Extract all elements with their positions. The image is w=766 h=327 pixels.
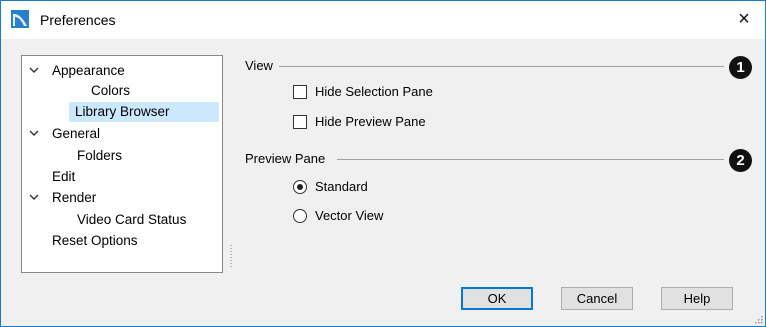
tree-item-library-browser[interactable]: Library Browser	[69, 102, 219, 122]
vector-view-radio[interactable]	[293, 209, 307, 223]
hide-selection-pane-checkbox[interactable]	[293, 85, 307, 99]
tree-item-folders[interactable]: Folders	[77, 146, 122, 166]
hide-preview-pane-label[interactable]: Hide Preview Pane	[315, 114, 426, 130]
standard-label[interactable]: Standard	[315, 179, 368, 195]
preview-pane-section-label: Preview Pane	[245, 151, 326, 166]
tree-item-label: Appearance	[52, 63, 125, 78]
tree-item-render[interactable]: Render	[52, 188, 96, 208]
category-tree[interactable]: Appearance Colors Library Browser Genera…	[21, 55, 223, 273]
ok-button[interactable]: OK	[461, 287, 533, 310]
tree-item-label: Edit	[52, 169, 76, 184]
resize-grip-icon[interactable]	[753, 314, 763, 324]
tree-item-label: Library Browser	[75, 104, 170, 119]
chevron-down-icon[interactable]	[29, 65, 39, 75]
hide-preview-pane-checkbox[interactable]	[293, 115, 307, 129]
tree-item-general[interactable]: General	[52, 124, 100, 144]
vector-view-label[interactable]: Vector View	[315, 208, 383, 224]
close-icon: ×	[738, 8, 750, 30]
tree-item-label: Render	[52, 190, 97, 205]
preview-pane-section-divider	[337, 159, 724, 160]
hide-selection-pane-label[interactable]: Hide Selection Pane	[315, 84, 433, 100]
tree-item-reset-options[interactable]: Reset Options	[52, 231, 138, 251]
chevron-down-icon[interactable]	[29, 128, 39, 138]
chief-architect-icon	[11, 10, 29, 28]
tree-item-label: General	[52, 126, 101, 141]
tree-item-appearance[interactable]: Appearance	[52, 61, 125, 81]
tree-item-label: Colors	[91, 83, 131, 98]
callout-badge-2: 2	[729, 149, 752, 172]
view-section-label: View	[245, 58, 273, 73]
tree-item-edit[interactable]: Edit	[52, 167, 75, 187]
pane-splitter[interactable]	[230, 245, 232, 269]
window-title: Preferences	[40, 12, 116, 28]
callout-badge-1: 1	[729, 56, 752, 79]
help-button[interactable]: Help	[661, 287, 733, 310]
chevron-down-icon[interactable]	[29, 192, 39, 202]
tree-item-video-card-status[interactable]: Video Card Status	[77, 210, 186, 230]
tree-item-label: Folders	[77, 148, 123, 163]
cancel-button[interactable]: Cancel	[561, 287, 633, 310]
preferences-dialog: Preferences × Appearance Colors Library …	[0, 0, 766, 327]
view-section-divider	[279, 66, 724, 67]
standard-radio[interactable]	[293, 180, 307, 194]
title-bar[interactable]: Preferences ×	[1, 1, 765, 39]
close-button[interactable]: ×	[729, 6, 759, 32]
tree-item-colors[interactable]: Colors	[91, 81, 130, 101]
tree-item-label: Reset Options	[52, 233, 138, 248]
tree-item-label: Video Card Status	[77, 212, 187, 227]
